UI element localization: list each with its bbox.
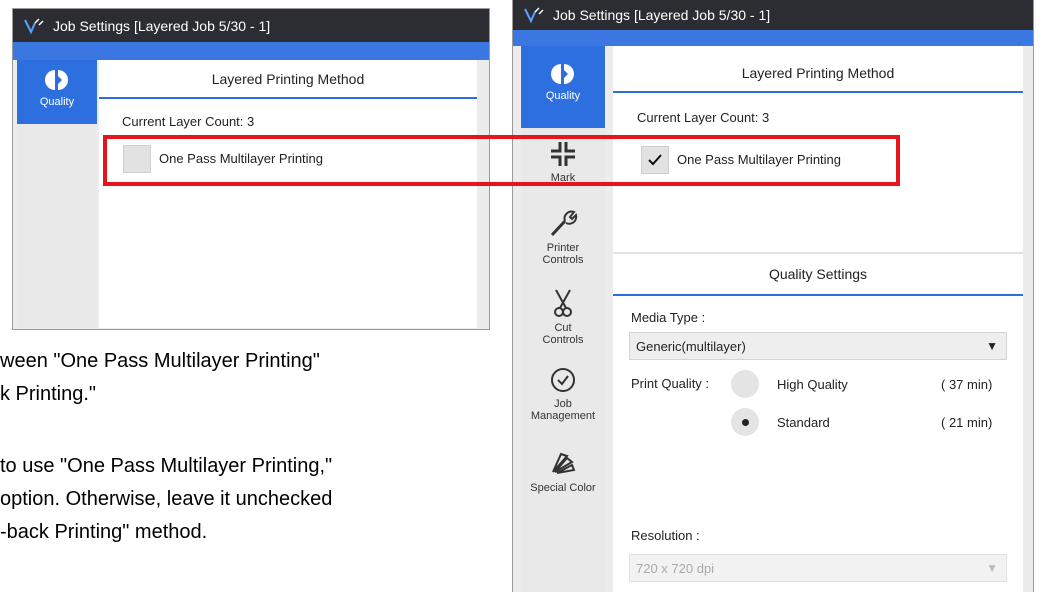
clock-icon — [551, 368, 575, 392]
one-pass-checkbox[interactable] — [123, 145, 151, 173]
standard-label: Standard — [777, 415, 830, 430]
media-type-dropdown[interactable]: Generic(multilayer) ▼ — [629, 332, 1007, 360]
resolution-value: 720 x 720 dpi — [636, 560, 715, 576]
quality-icon — [551, 64, 574, 84]
standard-time: ( 21 min) — [941, 415, 993, 430]
caption-line-4: option. Otherwise, leave it unchecked — [0, 488, 333, 510]
caption-line-5: -back Printing" method. — [0, 521, 208, 543]
section-header-quality: Quality Settings — [613, 254, 1023, 296]
sidebar-item-job-management[interactable]: Job Management — [521, 358, 605, 442]
app-logo-icon — [524, 7, 544, 24]
wrench-icon — [550, 210, 578, 237]
mark-icon — [551, 142, 575, 166]
media-type-label: Media Type : — [631, 310, 706, 325]
sidebar-item-label: Printer Controls — [542, 242, 584, 266]
right-blue-band — [513, 30, 1033, 46]
sidebar-item-label: Mark — [550, 172, 576, 184]
left-title-bar: Job Settings [Layered Job 5/30 - 1] — [13, 9, 489, 42]
sidebar-item-special-color[interactable]: Special Color — [521, 442, 605, 506]
sidebar-item-quality[interactable]: Quality — [17, 60, 97, 124]
window-title: Job Settings [Layered Job 5/30 - 1] — [553, 7, 771, 23]
standard-radio[interactable] — [731, 408, 759, 436]
right-content-panel: Layered Printing Method Current Layer Co… — [613, 46, 1023, 592]
high-quality-label: High Quality — [777, 377, 848, 392]
section-title: Layered Printing Method — [741, 64, 895, 81]
section-header-layered: Layered Printing Method — [613, 54, 1023, 93]
sidebar-item-label: Special Color — [530, 482, 596, 494]
resolution-dropdown[interactable]: 720 x 720 dpi ▼ — [629, 554, 1007, 582]
section-title: Layered Printing Method — [211, 70, 365, 87]
one-pass-checkbox[interactable] — [641, 146, 669, 174]
dropdown-arrow-icon: ▼ — [986, 339, 998, 353]
left-job-settings-window: Job Settings [Layered Job 5/30 - 1] Qual… — [12, 8, 490, 330]
caption-line-3: to use "One Pass Multilayer Printing," — [0, 455, 333, 477]
right-job-settings-window: Job Settings [Layered Job 5/30 - 1] Qual… — [512, 0, 1034, 592]
app-logo-icon — [24, 17, 44, 34]
sidebar-item-printer-controls[interactable]: Printer Controls — [521, 200, 605, 280]
quality-section-title: Quality Settings — [768, 266, 868, 282]
one-pass-label: One Pass Multilayer Printing — [159, 151, 324, 166]
sidebar-item-label: Job Management — [530, 398, 596, 422]
color-fan-icon — [552, 452, 576, 474]
sidebar-item-quality[interactable]: Quality — [521, 46, 605, 128]
right-sidebar: Quality Mark Printer Controls Cut Contro… — [521, 46, 605, 592]
high-quality-radio[interactable] — [731, 370, 759, 398]
radio-selected-dot — [741, 418, 749, 426]
right-title-bar: Job Settings [Layered Job 5/30 - 1] — [513, 0, 1033, 30]
layer-count-text: Current Layer Count: 3 — [637, 110, 770, 125]
sidebar-item-label: Quality — [39, 96, 75, 108]
dropdown-arrow-icon: ▼ — [986, 561, 998, 575]
quality-icon — [45, 70, 68, 90]
print-quality-label: Print Quality : — [631, 376, 710, 391]
left-blue-band — [13, 42, 489, 60]
one-pass-label: One Pass Multilayer Printing — [677, 152, 842, 167]
high-quality-time: ( 37 min) — [941, 377, 993, 392]
layer-count-text: Current Layer Count: 3 — [122, 114, 255, 129]
left-content-panel: Layered Printing Method Current Layer Co… — [99, 60, 477, 328]
left-scroll-gutter — [479, 60, 489, 328]
caption-line-1: ween "One Pass Multilayer Printing" — [0, 350, 320, 372]
scissors-icon — [554, 289, 572, 317]
left-sidebar: Quality — [17, 60, 97, 328]
sidebar-item-label: Quality — [545, 90, 581, 102]
sidebar-item-label: Cut Controls — [542, 322, 584, 346]
sidebar-item-mark[interactable]: Mark — [521, 132, 605, 200]
sidebar-item-cut-controls[interactable]: Cut Controls — [521, 280, 605, 358]
resolution-label: Resolution : — [631, 528, 700, 543]
media-type-value: Generic(multilayer) — [636, 338, 746, 354]
check-icon — [648, 154, 662, 166]
caption-line-2: k Printing." — [0, 383, 97, 405]
window-title: Job Settings [Layered Job 5/30 - 1] — [53, 17, 271, 34]
section-header-layered: Layered Printing Method — [99, 60, 477, 99]
